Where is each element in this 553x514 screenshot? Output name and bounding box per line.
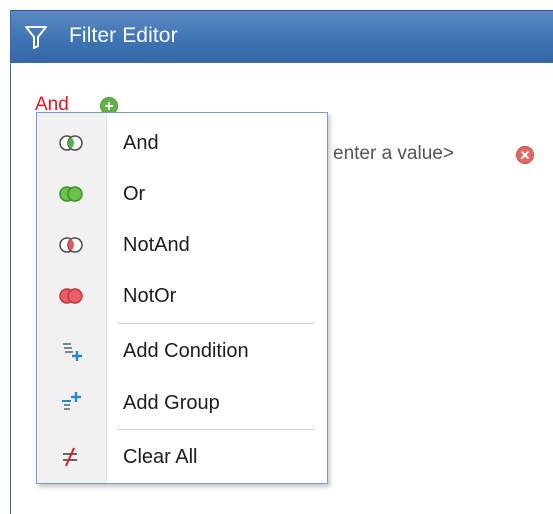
clear-all-icon (63, 447, 77, 467)
menu-item-add-condition[interactable]: Add Condition (37, 327, 327, 375)
menu-item-clear-all[interactable]: Clear All (37, 433, 327, 481)
add-condition-icon (63, 343, 82, 361)
notand-group-icon (59, 237, 83, 253)
menu-item-label: And (123, 132, 159, 154)
menu-item-notor[interactable]: NotOr (37, 272, 327, 320)
menu-separator (117, 323, 315, 324)
group-context-menu: And Or NotAnd NotOr Add Condition Add Gr… (36, 112, 328, 484)
menu-separator (117, 429, 315, 430)
window-title: Filter Editor (69, 24, 178, 47)
condition-value-placeholder[interactable]: enter a value> (333, 143, 454, 165)
add-group-icon (62, 392, 81, 410)
filter-icon (25, 26, 47, 49)
remove-condition-icon[interactable] (516, 146, 534, 164)
menu-item-label: Add Condition (123, 340, 249, 362)
menu-item-label: NotOr (123, 285, 177, 307)
notor-group-icon (59, 288, 83, 304)
menu-item-add-group[interactable]: Add Group (37, 379, 327, 427)
or-group-icon (59, 186, 83, 202)
menu-item-notand[interactable]: NotAnd (37, 221, 327, 269)
menu-item-or[interactable]: Or (37, 170, 327, 218)
title-bar: Filter Editor (11, 10, 553, 63)
menu-item-and[interactable]: And (37, 119, 327, 167)
and-group-icon (59, 135, 83, 151)
menu-item-label: NotAnd (123, 234, 190, 256)
menu-item-label: Add Group (123, 392, 220, 414)
menu-item-label: Or (123, 183, 146, 205)
menu-item-label: Clear All (123, 446, 198, 468)
